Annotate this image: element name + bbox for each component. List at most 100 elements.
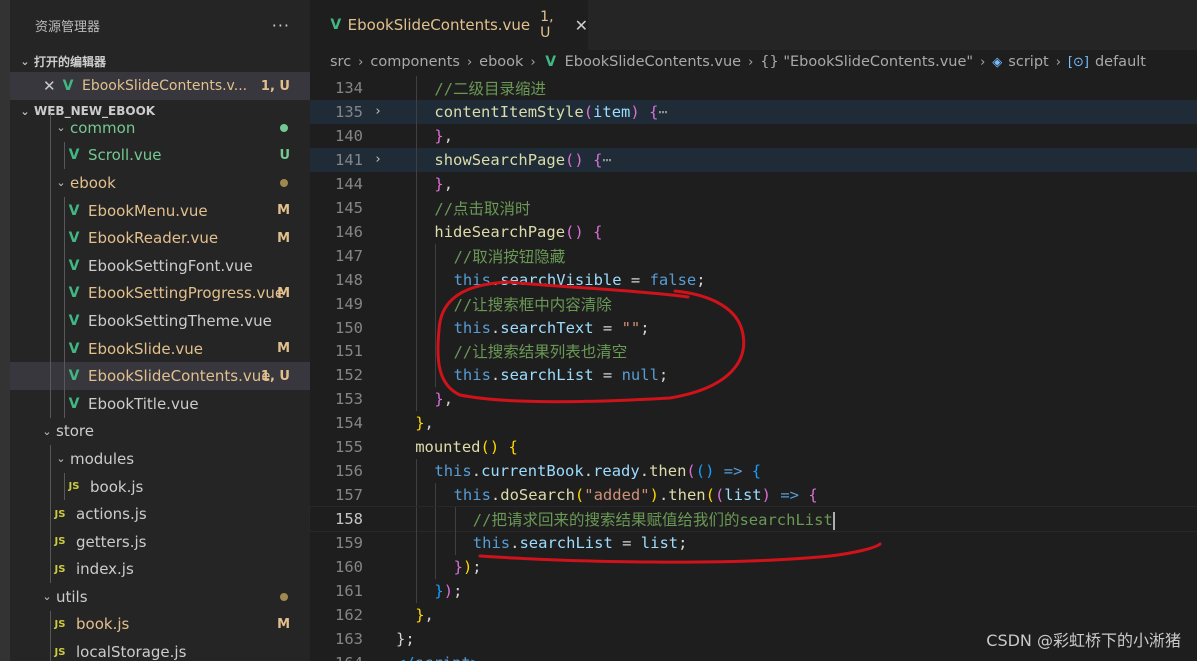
- code-line[interactable]: 148 this.searchVisible = false;: [310, 267, 1197, 292]
- tree-item-utils[interactable]: ⌄ utils: [10, 583, 310, 611]
- code-line[interactable]: 158 //把请求回来的搜索结果赋值给我们的searchList: [309, 506, 1197, 533]
- indent-guide: [50, 610, 51, 639]
- code-token: ⋯: [602, 150, 612, 169]
- indent-guide: [416, 363, 418, 388]
- open-editors-label: 打开的编辑器: [34, 54, 107, 69]
- tree-item-common[interactable]: ⌄ common: [10, 114, 310, 142]
- git-status-dot: [280, 123, 288, 132]
- tree-item-actions-js[interactable]: JS actions.js: [10, 500, 310, 528]
- fold-chevron-icon[interactable]: ›: [374, 104, 382, 119]
- tree-item-ebookslidecontents-vue[interactable]: V EbookSlideContents.vue 1, U: [10, 362, 310, 390]
- tree-item-label: index.js: [76, 560, 134, 579]
- code-token: searchList: [500, 366, 594, 385]
- breadcrumb-item[interactable]: components: [370, 54, 460, 70]
- code-token: }: [434, 390, 444, 409]
- breadcrumb-item[interactable]: default: [1095, 54, 1146, 70]
- code-token: ready: [593, 462, 640, 481]
- tree-item-book-js[interactable]: JS book.js M: [10, 610, 310, 639]
- code-line[interactable]: 164 </script>: [310, 651, 1197, 661]
- indent-guide: [416, 171, 418, 196]
- code-token: (): [565, 150, 584, 169]
- breadcrumb-item[interactable]: ebook: [479, 54, 523, 70]
- code-line[interactable]: 151 //让搜索结果列表也清空: [310, 339, 1197, 364]
- code-line[interactable]: 135 › contentItemStyle(item) {⋯: [310, 99, 1197, 124]
- code-editor[interactable]: 134//二级目录缩进 135 › contentItemStyle(item) {⋯…: [309, 76, 1197, 661]
- code-line[interactable]: 140},: [310, 123, 1197, 148]
- code-line[interactable]: 144},: [310, 171, 1197, 196]
- breadcrumb-item[interactable]: script: [1008, 54, 1048, 70]
- js-file-icon: JS: [54, 618, 66, 630]
- indent-guide: [64, 362, 65, 390]
- code-token: {: [508, 438, 518, 457]
- fold-chevron-icon[interactable]: ›: [374, 152, 382, 167]
- code-line[interactable]: 146 hideSearchPage() {: [310, 219, 1197, 244]
- tree-item-index-js[interactable]: JS index.js: [10, 555, 310, 584]
- tree-item-label: utils: [56, 587, 88, 606]
- open-editors-section[interactable]: ⌄ 打开的编辑器: [10, 50, 310, 72]
- tree-item-getters-js[interactable]: JS getters.js: [10, 527, 310, 556]
- breadcrumb-item[interactable]: EbookSlideContents.vue: [565, 54, 741, 70]
- close-icon[interactable]: ✕: [43, 77, 56, 95]
- code-line[interactable]: 156 this.currentBook.ready.then(() => {: [310, 459, 1197, 484]
- code-token: //取消按钮隐藏: [453, 247, 566, 266]
- indent-guide: [416, 219, 418, 244]
- indent-guide: [416, 99, 418, 124]
- code-line[interactable]: 161});: [310, 578, 1197, 603]
- code-text: contentItemStyle(item) {⋯: [434, 103, 667, 121]
- indent-guide: [435, 555, 437, 579]
- line-number: 156: [335, 462, 363, 481]
- code-token: {: [808, 486, 818, 505]
- line-number: 163: [335, 629, 363, 648]
- close-tab-icon[interactable]: ✕: [575, 16, 588, 35]
- code-line[interactable]: 147 //取消按钮隐藏: [310, 243, 1197, 268]
- tree-item-ebookmenu-vue[interactable]: V EbookMenu.vue M: [10, 196, 310, 225]
- code-token: showSearchPage: [434, 150, 566, 169]
- tree-item-ebooktitle-vue[interactable]: V EbookTitle.vue: [10, 389, 310, 418]
- code-token: false: [649, 270, 697, 289]
- vue-file-icon: V: [545, 54, 557, 70]
- line-number: 154: [335, 414, 363, 433]
- code-line[interactable]: 145 //点击取消时: [310, 195, 1197, 220]
- code-token: .: [490, 318, 501, 337]
- breadcrumb-item[interactable]: {} "EbookSlideContents.vue": [760, 54, 973, 70]
- tree-item-ebooksettingprogress-vue[interactable]: V EbookSettingProgress.vue M: [10, 279, 310, 308]
- code-line[interactable]: 157 this.doSearch("added").then((list) =>…: [310, 483, 1197, 508]
- code-line[interactable]: 150 this.searchText = "";: [310, 315, 1197, 340]
- code-line[interactable]: 155 mounted() {: [310, 435, 1197, 459]
- indent-guide: [50, 141, 51, 170]
- tree-item-ebookreader-vue[interactable]: V EbookReader.vue M: [10, 224, 310, 252]
- breadcrumb-item[interactable]: src: [330, 54, 351, 70]
- tree-item-modules[interactable]: ⌄ modules: [10, 445, 310, 473]
- tree-item-ebooksettingfont-vue[interactable]: V EbookSettingFont.vue: [10, 251, 310, 280]
- more-actions-icon[interactable]: ···: [272, 16, 290, 35]
- tree-item-scroll-vue[interactable]: V Scroll.vue U: [10, 141, 310, 170]
- chevron-right-icon: ›: [748, 54, 754, 70]
- tree-item-ebooksettingtheme-vue[interactable]: V EbookSettingTheme.vue: [10, 307, 310, 335]
- tree-item-label: book.js: [76, 615, 130, 634]
- code-line[interactable]: 152 this.searchList = null;: [310, 363, 1197, 388]
- indent-guide: [64, 224, 65, 252]
- js-file-icon: JS: [68, 481, 80, 493]
- tab-bar: V EbookSlideContents.vue 1, U ✕: [310, 0, 1197, 50]
- open-editor-item[interactable]: ✕ V EbookSlideContents.v... 1, U: [10, 72, 310, 100]
- tree-item-localstorage-js[interactable]: JS localStorage.js: [10, 638, 310, 661]
- code-line[interactable]: 134 //二级目录缩进: [310, 76, 1197, 100]
- code-line[interactable]: 154},: [310, 411, 1197, 435]
- code-line[interactable]: 153},: [310, 387, 1197, 412]
- code-line[interactable]: 162},: [310, 603, 1197, 627]
- code-line[interactable]: 160});: [310, 555, 1197, 579]
- code-token: script: [415, 654, 471, 661]
- line-number: 164: [310, 654, 363, 661]
- tree-item-ebookslide-vue[interactable]: V EbookSlide.vue M: [10, 334, 310, 363]
- code-token: ): [462, 558, 473, 576]
- line-number: 140: [335, 126, 363, 145]
- tab-ebookslidecontents[interactable]: V EbookSlideContents.vue 1, U ✕: [310, 0, 588, 50]
- tree-item-book-js[interactable]: JS book.js: [10, 472, 310, 501]
- code-token: list: [640, 534, 679, 553]
- code-token: .: [490, 486, 501, 505]
- tree-item-ebook[interactable]: ⌄ ebook: [10, 169, 310, 197]
- code-line[interactable]: 149 //让搜索框中内容清除: [310, 291, 1197, 316]
- code-line[interactable]: 141 › showSearchPage() {⋯: [310, 147, 1197, 172]
- code-line[interactable]: 159 this.searchList = list;: [310, 531, 1197, 556]
- tree-item-store[interactable]: ⌄ store: [10, 418, 310, 446]
